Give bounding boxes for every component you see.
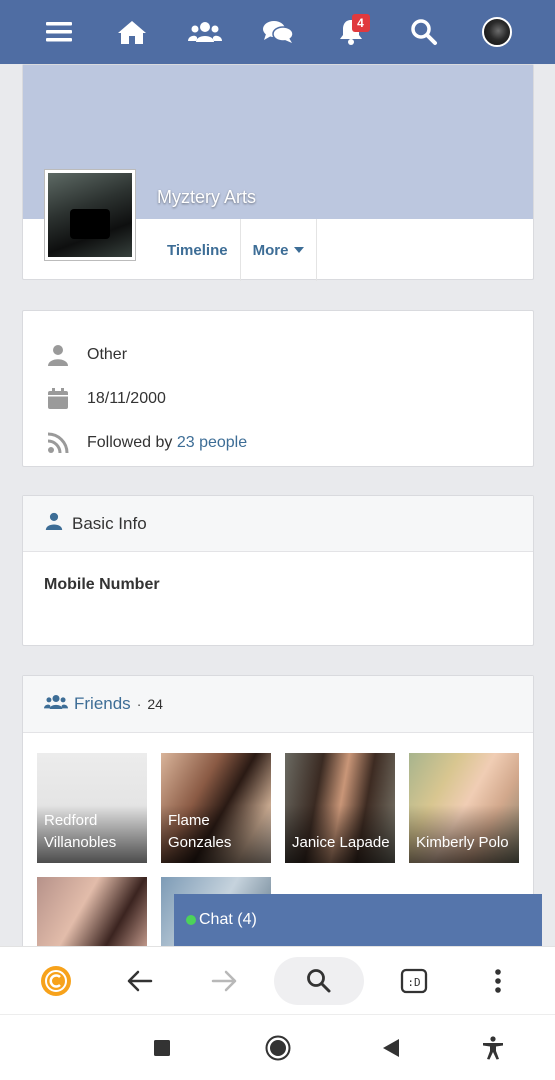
- user-icon: [47, 344, 87, 366]
- caret-down-icon: [294, 247, 305, 253]
- forward-arrow-icon[interactable]: [202, 959, 246, 1003]
- friends-header[interactable]: Friends · 24: [23, 676, 533, 733]
- profile-picture[interactable]: [44, 169, 136, 261]
- birthdate-row: 18/11/2000: [47, 377, 509, 421]
- more-options-icon[interactable]: [476, 959, 520, 1003]
- back-arrow-icon[interactable]: [118, 959, 162, 1003]
- avatar: [481, 17, 512, 47]
- search-icon: [307, 969, 331, 993]
- user-icon: [45, 512, 63, 535]
- recents-icon[interactable]: [145, 1031, 179, 1065]
- friends-separator: ·: [136, 696, 142, 712]
- profile-photo-detail: [70, 209, 110, 239]
- tab-timeline-label: Timeline: [167, 241, 228, 259]
- friend-tile[interactable]: Kimberly Polo: [409, 753, 519, 863]
- menu-icon[interactable]: [39, 12, 79, 52]
- followers-row: Followed by 23 people: [47, 421, 509, 465]
- accessibility-icon[interactable]: [476, 1031, 510, 1065]
- friends-count: 24: [147, 696, 163, 712]
- basic-info-title: Basic Info: [72, 513, 147, 533]
- chat-bar[interactable]: Chat (4): [174, 894, 542, 946]
- chat-label: Chat (4): [199, 911, 257, 928]
- tab-more-label: More: [252, 241, 289, 259]
- profile-tabs: Timeline More: [154, 219, 318, 281]
- browser-search-button[interactable]: [274, 957, 364, 1005]
- friend-name: Redford Villanobles: [44, 812, 117, 851]
- profile-name: Myztery Arts: [157, 187, 257, 207]
- rss-icon: [47, 432, 87, 454]
- friend-tile[interactable]: Janice Lapade: [285, 753, 395, 863]
- basic-info-card: Basic Info Mobile Number: [22, 495, 534, 646]
- tab-timeline[interactable]: Timeline: [154, 219, 241, 281]
- basic-info-header: Basic Info: [23, 496, 533, 552]
- friend-name: Janice Lapade: [292, 834, 390, 851]
- friend-tile[interactable]: Flame Gonzales: [161, 753, 271, 863]
- gender-row: Other: [47, 333, 509, 377]
- users-icon[interactable]: [185, 12, 225, 52]
- about-card: Other 18/11/2000 Followed by 23 people: [22, 310, 534, 467]
- users-icon: [44, 693, 68, 716]
- top-navbar: 4: [0, 0, 555, 64]
- home-circle-icon[interactable]: [261, 1031, 295, 1065]
- search-icon[interactable]: [404, 12, 444, 52]
- followed-by-label: Followed by: [87, 434, 173, 451]
- profile-photo: [48, 173, 132, 257]
- svg-text::D: :D: [407, 976, 420, 989]
- online-status-dot: [186, 915, 196, 925]
- profile-header-card: Myztery Arts Timeline More: [22, 64, 534, 281]
- gender-value: Other: [87, 346, 128, 363]
- chat-bubbles-icon[interactable]: [258, 12, 298, 52]
- notifications-button[interactable]: 4: [331, 12, 371, 52]
- friend-name: Flame Gonzales: [168, 812, 232, 851]
- followers-link[interactable]: 23 people: [177, 434, 247, 452]
- tabs-icon[interactable]: :D: [392, 959, 436, 1003]
- birthdate-value: 18/11/2000: [87, 390, 166, 407]
- friend-tile[interactable]: Redford Villanobles: [37, 753, 147, 863]
- friend-name: Kimberly Polo: [416, 834, 509, 851]
- back-triangle-icon[interactable]: [374, 1031, 408, 1065]
- mobile-number-label: Mobile Number: [44, 576, 160, 593]
- user-avatar[interactable]: [477, 12, 517, 52]
- friend-tile[interactable]: [37, 877, 147, 955]
- tab-more[interactable]: More: [241, 219, 318, 281]
- calendar-icon: [47, 388, 87, 410]
- notification-badge: 4: [351, 14, 370, 32]
- friends-title: Friends: [74, 694, 131, 713]
- browser-logo-icon[interactable]: [34, 959, 78, 1003]
- system-nav-bar: [0, 1014, 555, 1080]
- home-icon[interactable]: [112, 12, 152, 52]
- browser-toolbar: :D: [0, 946, 555, 1014]
